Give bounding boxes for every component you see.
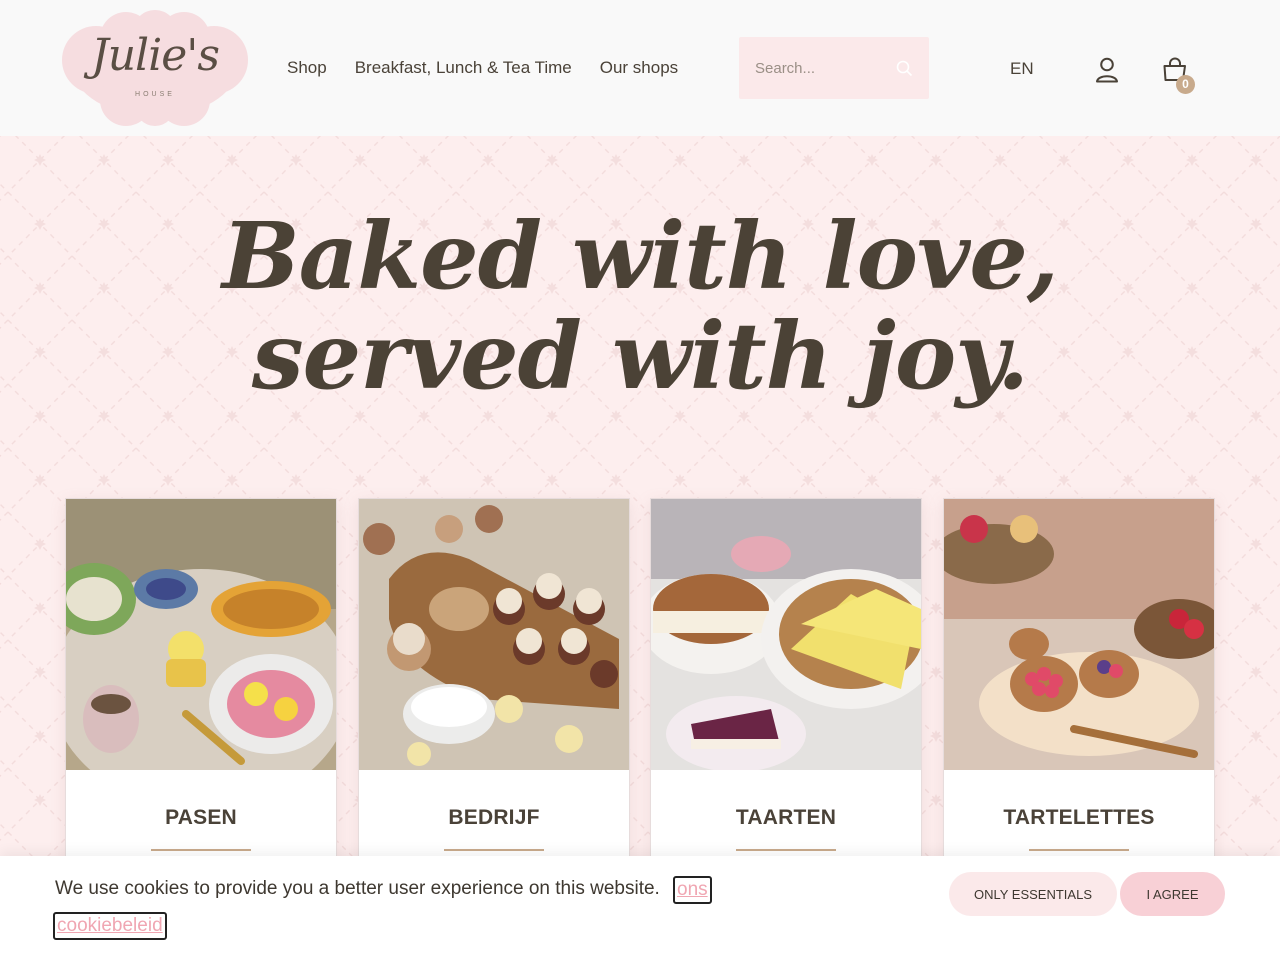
category-card-pasen[interactable]: PASEN xyxy=(65,498,337,868)
cookie-policy-link[interactable]: ons xyxy=(673,876,712,904)
category-image-pasen xyxy=(66,499,336,770)
category-image-bedrijf xyxy=(359,499,629,770)
title-underline xyxy=(151,849,251,851)
hero-headline-line-1: Baked with love, xyxy=(222,202,1059,310)
cookie-consent-bar: We use cookies to provide you a better u… xyxy=(0,856,1280,960)
nav-item-our-shops[interactable]: Our shops xyxy=(600,58,678,78)
title-underline xyxy=(1029,849,1129,851)
only-essentials-button[interactable]: Only essentials xyxy=(949,872,1117,916)
logo-wordmark: Julie's xyxy=(91,30,220,81)
site-header: Julie's HOUSE Shop Breakfast, Lunch & Te… xyxy=(0,0,1280,136)
cookie-policy-link[interactable]: cookiebeleid xyxy=(53,912,167,940)
category-title: TARTELETTES xyxy=(1003,806,1155,829)
category-title: BEDRIJF xyxy=(448,806,540,829)
logo-subtitle: HOUSE xyxy=(135,91,175,98)
hero-headline: Baked with love, served with joy. xyxy=(0,206,1280,406)
title-underline xyxy=(444,849,544,851)
i-agree-button[interactable]: I agree xyxy=(1120,872,1225,916)
logo[interactable]: Julie's HOUSE xyxy=(56,8,254,128)
search-icon[interactable] xyxy=(896,60,913,82)
category-card-bedrijf[interactable]: BEDRIJF xyxy=(358,498,630,868)
language-switcher[interactable]: EN xyxy=(1010,59,1034,79)
hero-headline-line-2: served with joy. xyxy=(251,302,1029,410)
title-underline xyxy=(736,849,836,851)
cookie-message: We use cookies to provide you a better u… xyxy=(55,878,660,899)
category-card-tartelettes[interactable]: TARTELETTES xyxy=(943,498,1215,868)
search-input[interactable] xyxy=(755,37,895,99)
category-image-taarten xyxy=(651,499,921,770)
category-title: TAARTEN xyxy=(735,806,837,829)
main-nav: Shop Breakfast, Lunch & Tea Time Our sho… xyxy=(287,58,678,78)
nav-item-breakfast-lunch-tea[interactable]: Breakfast, Lunch & Tea Time xyxy=(355,58,572,78)
user-icon[interactable] xyxy=(1095,57,1119,88)
category-image-tartelettes xyxy=(944,499,1214,770)
nav-item-shop[interactable]: Shop xyxy=(287,58,327,78)
category-title: PASEN xyxy=(165,806,237,829)
cart-count-badge: 0 xyxy=(1176,75,1195,94)
category-card-taarten[interactable]: TAARTEN xyxy=(650,498,922,868)
